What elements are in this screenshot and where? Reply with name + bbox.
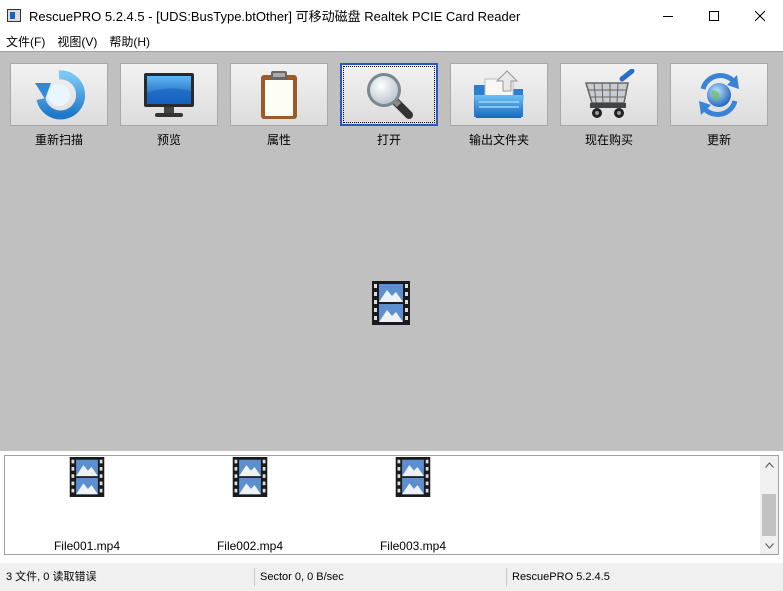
maximize-icon <box>709 10 719 21</box>
maximize-button[interactable] <box>691 0 737 31</box>
status-divider <box>254 568 255 586</box>
monitor-icon <box>144 72 194 117</box>
menu-help[interactable]: 帮助(H) <box>103 33 156 50</box>
status-version: RescuePRO 5.2.4.5 <box>512 571 610 583</box>
refresh-icon <box>35 69 85 119</box>
status-sector: Sector 0, 0 B/sec <box>260 571 344 583</box>
video-preview-icon <box>372 281 410 328</box>
update-button[interactable]: 更新 <box>670 63 780 148</box>
file-name: File001.mp4 <box>53 539 121 553</box>
status-files: 3 文件, 0 读取错误 <box>6 571 97 583</box>
update-label: 更新 <box>706 133 731 147</box>
minimize-icon <box>663 15 673 17</box>
chevron-up-icon <box>764 461 774 468</box>
preview-label: 预览 <box>156 133 181 147</box>
title-bar: RescuePRO 5.2.4.5 - [UDS:BusType.btOther… <box>0 0 783 31</box>
buy-now-button[interactable]: 现在购买 <box>560 63 670 148</box>
file-item[interactable]: File001.mp4 <box>37 456 137 553</box>
status-divider <box>506 568 507 586</box>
buy-now-label: 现在购买 <box>584 133 633 147</box>
close-button[interactable] <box>737 0 783 31</box>
properties-label: 属性 <box>266 133 291 147</box>
clipboard-icon <box>261 70 297 119</box>
minimize-button[interactable] <box>645 0 691 31</box>
video-file-icon <box>232 457 268 497</box>
output-folder-button[interactable]: 输出文件夹 <box>450 63 560 148</box>
vertical-scrollbar[interactable] <box>760 456 778 554</box>
menu-file[interactable]: 文件(F) <box>0 33 51 50</box>
file-list: File001.mp4 File002.mp4 File003.mp4 <box>4 455 779 555</box>
menu-view[interactable]: 视图(V) <box>51 33 103 50</box>
app-icon[interactable] <box>6 8 22 24</box>
close-icon <box>755 10 765 21</box>
rescan-label: 重新扫描 <box>34 133 83 147</box>
workspace: 重新扫描 预览 属性 打开 输出文件夹 现在购买 更新 <box>0 51 783 451</box>
scroll-up-button[interactable] <box>760 456 778 473</box>
open-label: 打开 <box>376 133 401 147</box>
scroll-down-button[interactable] <box>760 537 778 554</box>
file-item[interactable]: File002.mp4 <box>200 456 300 553</box>
file-name: File002.mp4 <box>216 539 284 553</box>
scroll-thumb[interactable] <box>762 494 776 536</box>
video-file-icon <box>395 457 431 497</box>
properties-button[interactable]: 属性 <box>230 63 340 148</box>
shopping-cart-icon <box>584 68 635 118</box>
folder-export-icon <box>474 69 524 118</box>
menu-bar: 文件(F) 视图(V) 帮助(H) <box>0 31 783 51</box>
preview-button[interactable]: 预览 <box>120 63 230 148</box>
magnifier-icon <box>367 72 413 119</box>
window-title: RescuePRO 5.2.4.5 - [UDS:BusType.btOther… <box>29 9 521 24</box>
file-item[interactable]: File003.mp4 <box>363 456 463 553</box>
output-folder-label: 输出文件夹 <box>468 133 529 147</box>
update-globe-icon <box>699 72 739 117</box>
open-button[interactable]: 打开 <box>340 63 450 148</box>
chevron-down-icon <box>764 542 774 549</box>
status-bar: 3 文件, 0 读取错误 Sector 0, 0 B/sec RescuePRO… <box>0 563 783 591</box>
toolbar: 重新扫描 预览 属性 打开 输出文件夹 现在购买 更新 <box>10 63 780 148</box>
video-file-icon <box>69 457 105 497</box>
rescan-button[interactable]: 重新扫描 <box>10 63 120 148</box>
file-name: File003.mp4 <box>379 539 447 553</box>
